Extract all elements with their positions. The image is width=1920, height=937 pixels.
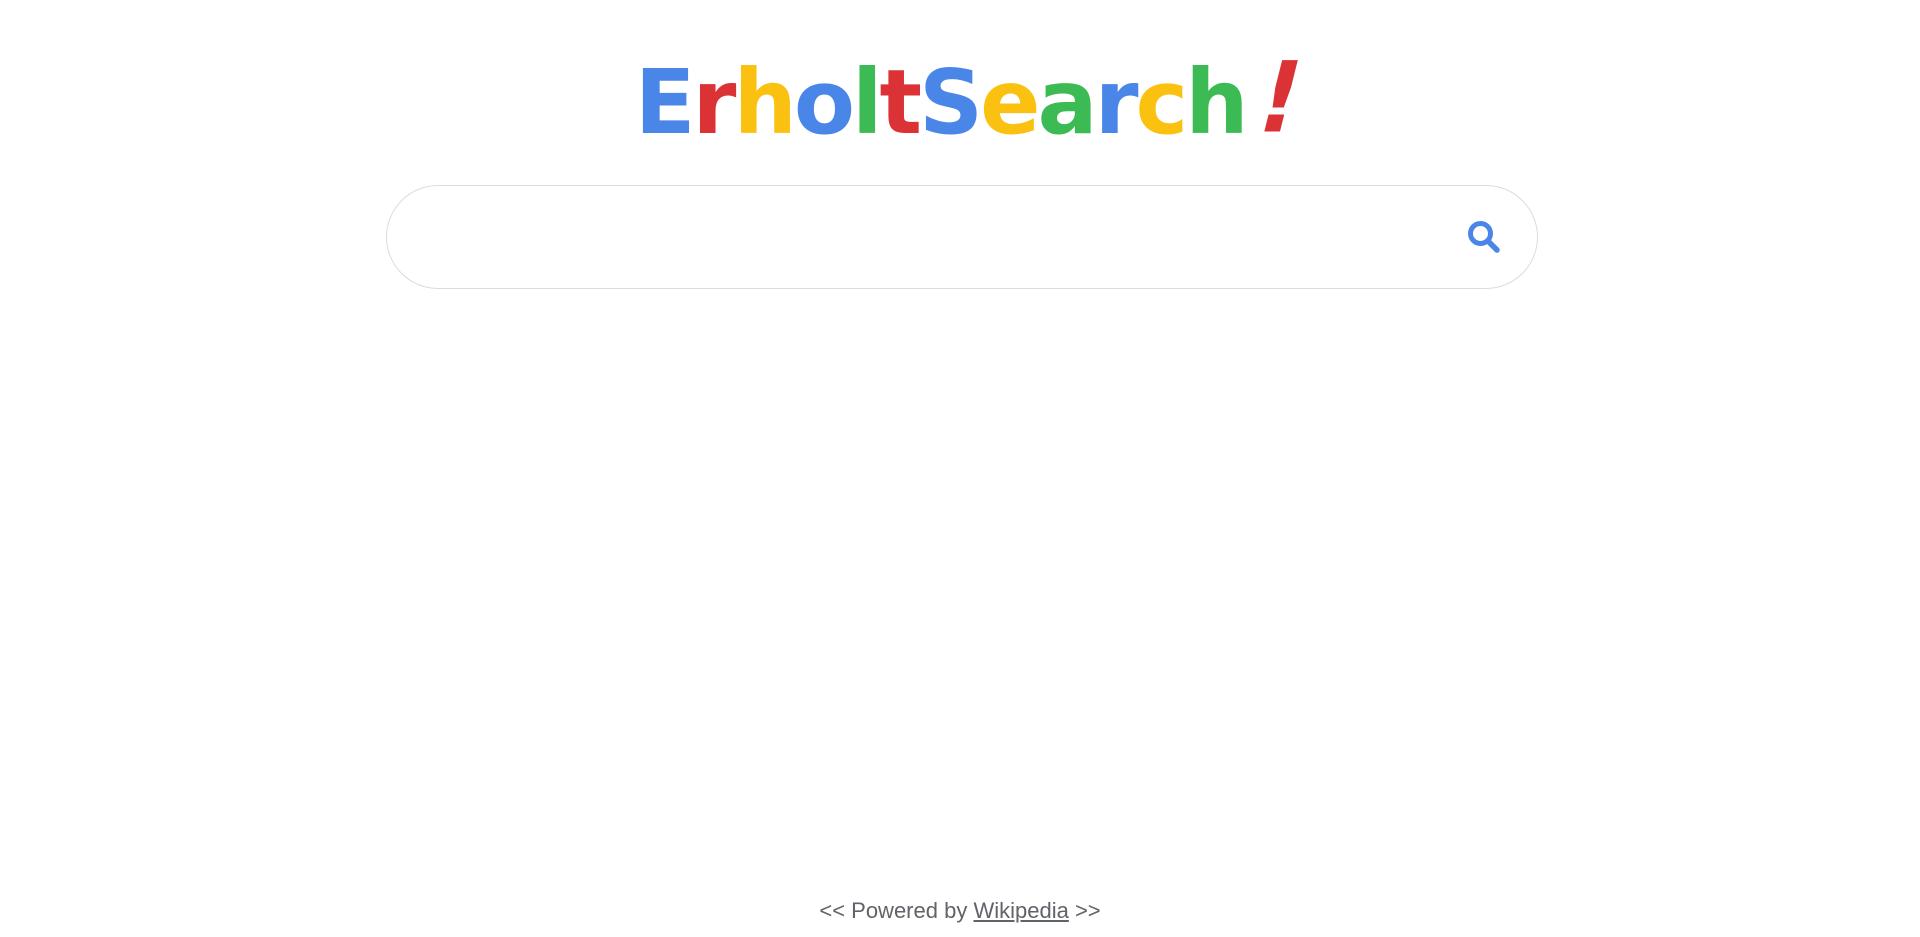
logo-letter: a	[1037, 50, 1098, 154]
site-logo: ErholtSearch!	[0, 40, 1920, 154]
search-button[interactable]	[1463, 216, 1507, 260]
footer-suffix: >>	[1068, 898, 1101, 923]
search-icon	[1463, 216, 1507, 260]
logo-letter: o	[793, 50, 855, 154]
wikipedia-link[interactable]: Wikipedia	[973, 898, 1068, 923]
logo-letter: h	[1185, 50, 1248, 154]
search-bar	[386, 185, 1538, 289]
logo-letter: t	[879, 50, 923, 154]
search-page: ErholtSearch! << Powered by Wikipedia >>	[0, 0, 1920, 937]
logo-letter: l	[851, 50, 882, 154]
footer-attribution: << Powered by Wikipedia >>	[0, 897, 1920, 925]
logo-letter: r	[692, 50, 737, 154]
footer-prefix: << Powered by	[819, 898, 974, 923]
logo-letter: c	[1135, 50, 1189, 154]
logo-letter: h	[733, 50, 796, 154]
logo-letter: r	[1094, 50, 1139, 154]
logo-letter: E	[634, 50, 696, 154]
logo-letter: S	[919, 50, 983, 154]
logo-letter: e	[980, 50, 1040, 154]
logo-exclamation: !	[1245, 40, 1312, 155]
search-input[interactable]	[427, 186, 1447, 288]
